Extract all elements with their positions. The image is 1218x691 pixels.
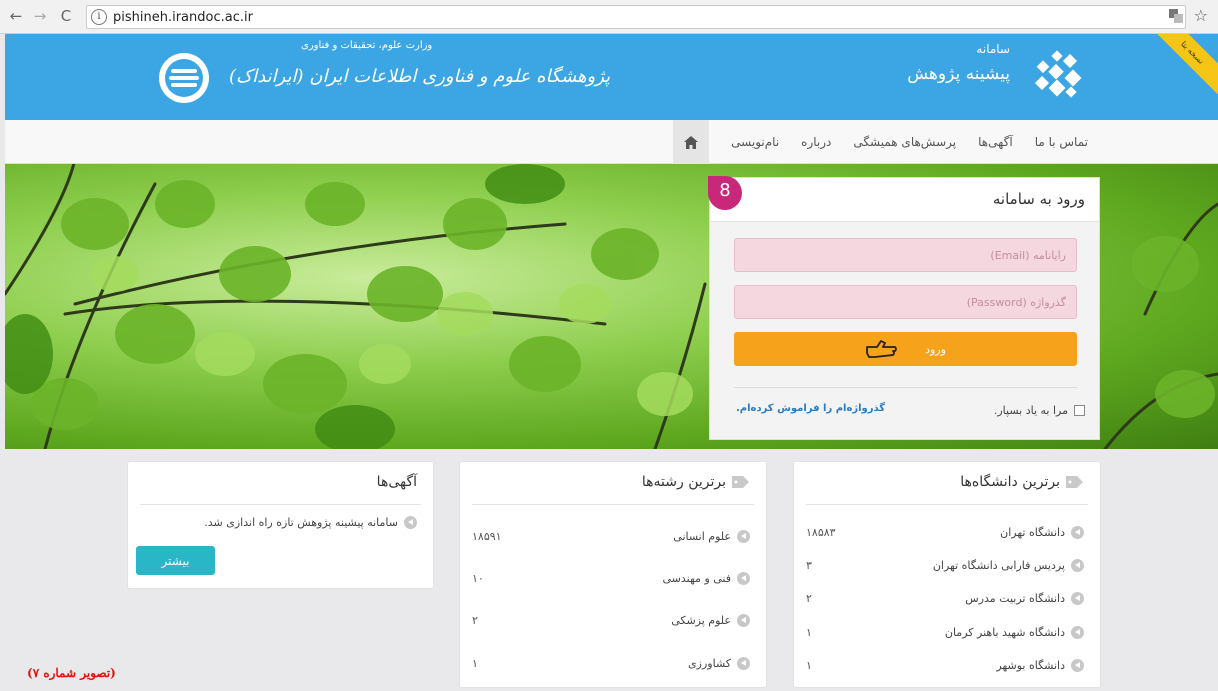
top-fields-panel: برترین رشته‌ها علوم انسانی ۱۸۵۹۱ فنی و م…	[459, 461, 767, 688]
arrow-circle-icon	[737, 530, 750, 543]
reload-icon[interactable]: C	[56, 6, 76, 26]
info-icon[interactable]: i	[91, 9, 107, 25]
list-item[interactable]: پردیس فارابی دانشگاه تهران	[933, 559, 1084, 572]
list-item-count: ۱	[806, 626, 812, 639]
main-navbar: نام‌نویسی درباره پرسش‌های همیشگی آگهی‌ها…	[5, 120, 1218, 164]
list-item[interactable]: علوم انسانی	[673, 530, 750, 543]
list-item-count: ۱	[806, 659, 812, 672]
list-item-count: ۱	[472, 657, 478, 670]
nav-item-news[interactable]: آگهی‌ها	[978, 135, 1013, 149]
remember-me[interactable]: مرا به یاد بسپار.	[994, 404, 1085, 417]
forgot-password-link[interactable]: گذرواژه‌ام را فراموش کرده‌ام.	[736, 403, 885, 414]
list-item[interactable]: علوم پزشکی	[671, 614, 750, 627]
arrow-circle-icon	[1071, 659, 1084, 672]
panel-divider	[806, 504, 1088, 505]
remember-label: مرا به یاد بسپار.	[993, 404, 1068, 417]
list-item[interactable]: دانشگاه بوشهر	[996, 659, 1084, 672]
login-divider	[734, 387, 1077, 388]
home-icon[interactable]	[673, 120, 710, 164]
forward-arrow-icon[interactable]: →	[30, 6, 50, 26]
url-text[interactable]: pishineh.irandoc.ac.ir	[113, 10, 253, 25]
address-bar[interactable]: i pishineh.irandoc.ac.ir	[86, 5, 1186, 29]
list-item-count: ۱۸۵۸۳	[806, 526, 836, 539]
panel-title: آگهی‌ها	[376, 474, 417, 490]
password-field[interactable]	[734, 285, 1077, 319]
list-item[interactable]: دانشگاه تربیت مدرس	[965, 592, 1084, 605]
back-arrow-icon[interactable]: ←	[6, 6, 26, 26]
beta-ribbon: نسخه بتا	[1150, 34, 1218, 95]
translate-icon[interactable]	[1168, 8, 1184, 27]
top-universities-panel: برترین دانشگاه‌ها دانشگاه تهران ۱۸۵۸۳ پر…	[793, 461, 1101, 688]
email-field[interactable]	[734, 238, 1077, 272]
browser-toolbar: ← → C i pishineh.irandoc.ac.ir ☆	[0, 0, 1218, 34]
nav-menu: نام‌نویسی درباره پرسش‌های همیشگی آگهی‌ها…	[673, 120, 1088, 164]
irandoc-logo-icon[interactable]	[157, 51, 211, 105]
login-button[interactable]: ورود	[734, 332, 1077, 366]
arrow-circle-icon	[404, 516, 417, 529]
arrow-circle-icon	[1071, 526, 1084, 539]
arrow-circle-icon	[737, 657, 750, 670]
login-title: ورود به سامانه	[992, 190, 1085, 208]
panel-title: برترین رشته‌ها	[642, 474, 750, 490]
remember-checkbox[interactable]	[1074, 405, 1085, 416]
pishineh-logo-icon[interactable]	[1031, 50, 1089, 102]
login-button-label: ورود	[925, 343, 946, 356]
arrow-circle-icon	[1071, 559, 1084, 572]
figure-caption: (تصویر شماره ۷)	[27, 666, 116, 680]
list-item[interactable]: کشاورزی	[688, 657, 750, 670]
badge-eight: 8	[708, 176, 742, 210]
news-panel: آگهی‌ها سامانه پیشینه پژوهش تازه راه اند…	[127, 461, 434, 589]
site-pre-title: سامانه	[976, 42, 1010, 56]
panel-divider	[472, 504, 754, 505]
news-item[interactable]: سامانه پیشینه پژوهش تازه راه اندازی شد.	[204, 516, 417, 529]
panel-title: برترین دانشگاه‌ها	[960, 474, 1084, 490]
nav-item-about[interactable]: درباره	[801, 135, 831, 149]
login-panel: 8 ورود به سامانه ورود مرا به یاد بسپار. …	[708, 176, 1100, 440]
bookmark-star-icon[interactable]: ☆	[1194, 6, 1208, 25]
nav-item-contact[interactable]: تماس با ما	[1035, 135, 1088, 149]
tag-icon	[732, 476, 749, 488]
list-item[interactable]: دانشگاه تهران	[1000, 526, 1084, 539]
pointing-hand-icon	[866, 340, 897, 358]
list-item-count: ۱۰	[472, 572, 484, 585]
site-header: وزارت علوم، تحقیقات و فناوری پژوهشگاه عل…	[5, 34, 1218, 120]
arrow-circle-icon	[737, 614, 750, 627]
arrow-circle-icon	[737, 572, 750, 585]
institute-name[interactable]: پژوهشگاه علوم و فناوری اطلاعات ایران (ای…	[229, 66, 610, 87]
arrow-circle-icon	[1071, 592, 1084, 605]
ministry-text: وزارت علوم، تحقیقات و فناوری	[301, 40, 433, 51]
nav-item-register[interactable]: نام‌نویسی	[731, 135, 779, 149]
list-item-count: ۲	[472, 614, 478, 627]
list-item-count: ۱۸۵۹۱	[472, 530, 502, 543]
list-item-count: ۳	[806, 559, 812, 572]
list-item[interactable]: فنی و مهندسی	[663, 572, 750, 585]
panel-divider	[140, 504, 421, 505]
more-button[interactable]: بیشتر	[136, 546, 215, 575]
list-item[interactable]: دانشگاه شهید باهنر کرمان	[945, 626, 1084, 639]
site-title[interactable]: پیشینه پژوهش	[907, 64, 1010, 84]
arrow-circle-icon	[1071, 626, 1084, 639]
tag-icon	[1066, 476, 1083, 488]
list-item-count: ۲	[806, 592, 812, 605]
nav-item-faq[interactable]: پرسش‌های همیشگی	[853, 135, 956, 149]
